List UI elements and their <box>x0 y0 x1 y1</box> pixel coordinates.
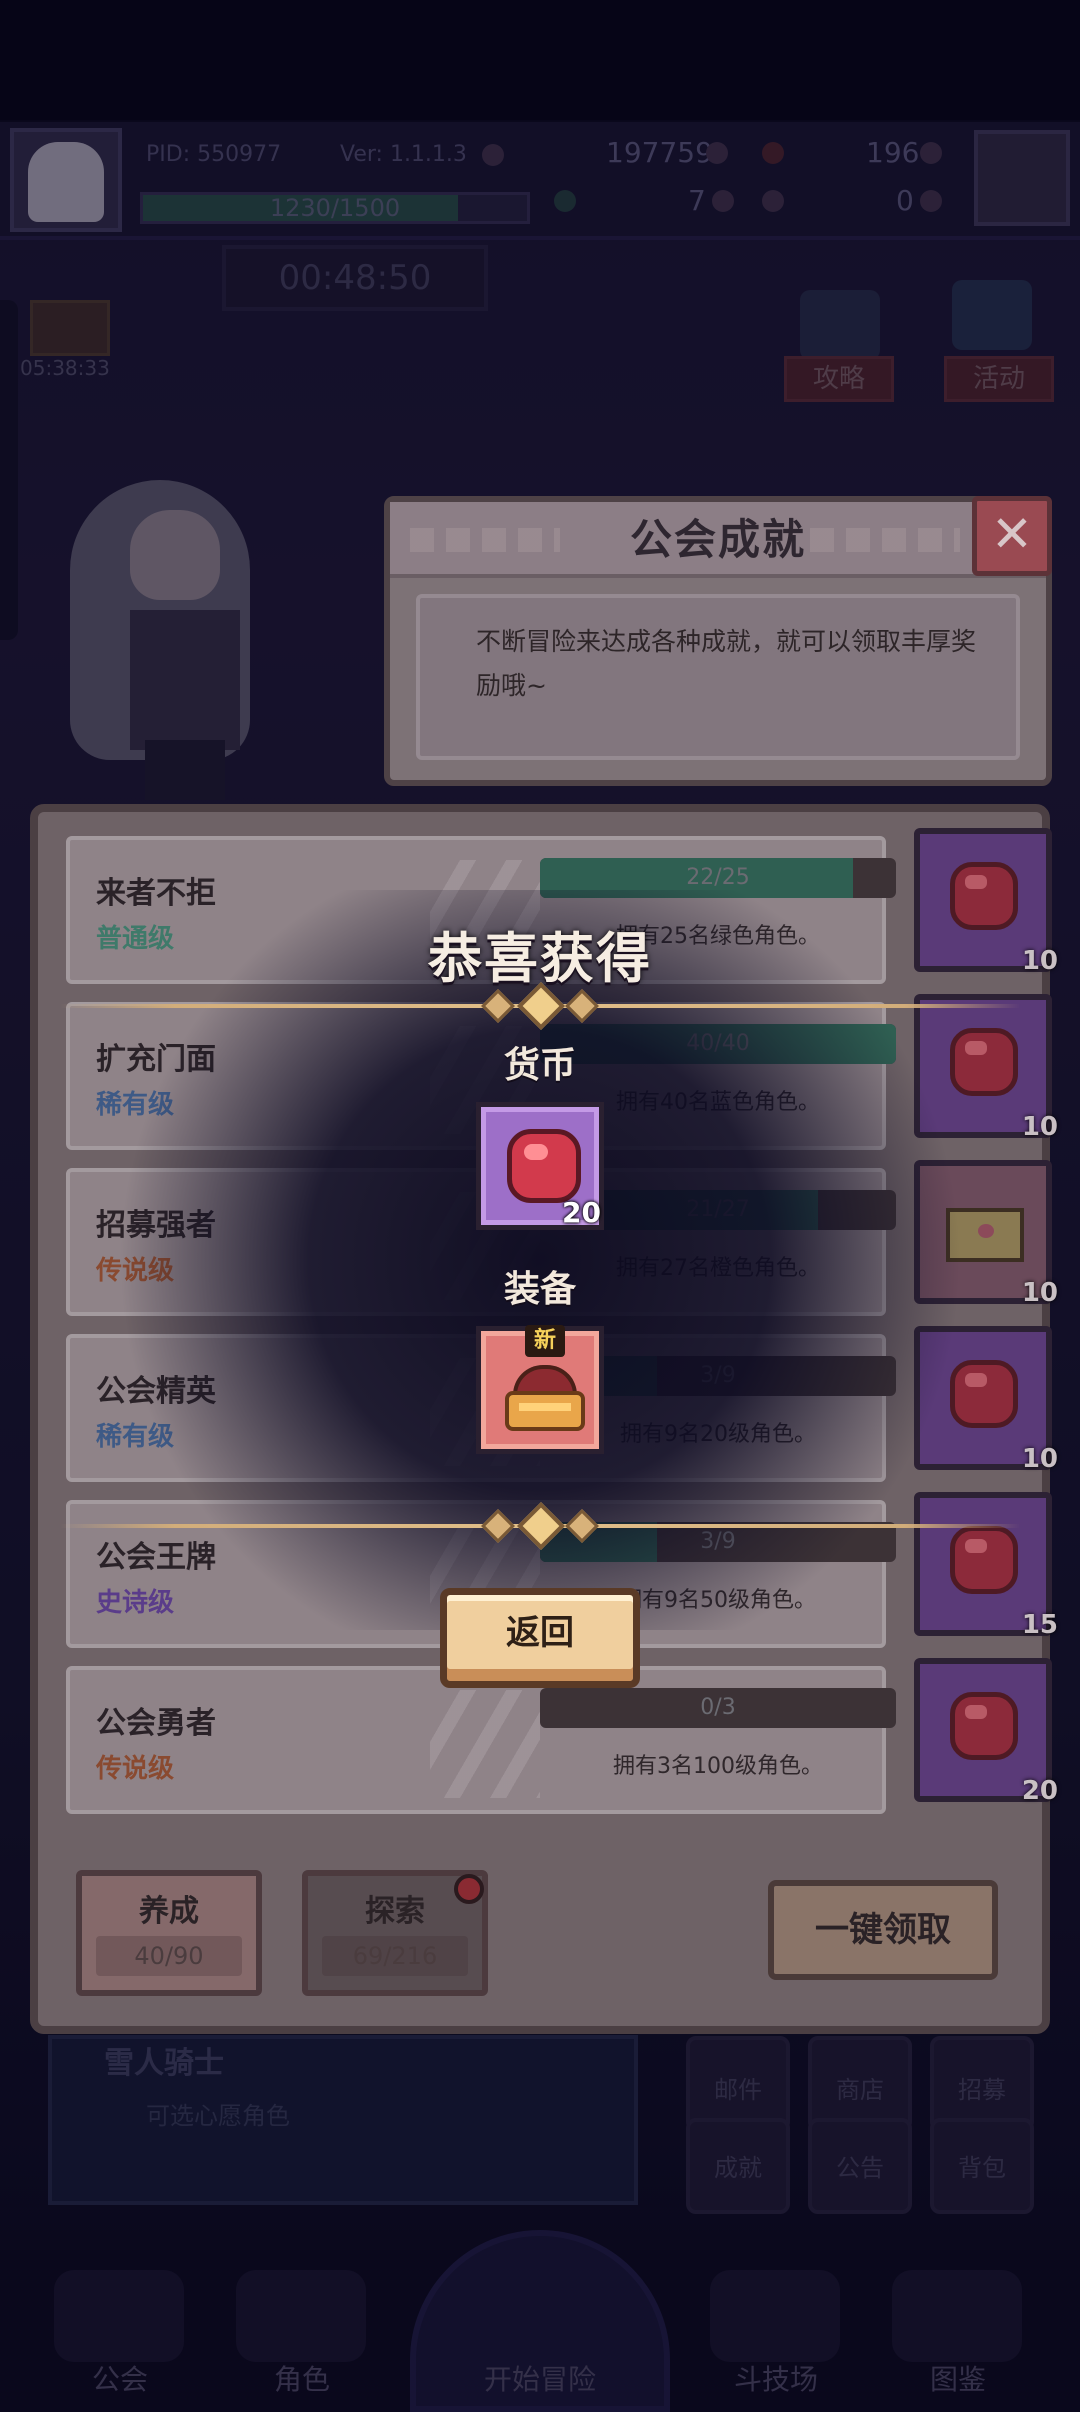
close-button[interactable]: ✕ <box>972 496 1052 576</box>
ornament-diamond <box>481 989 515 1023</box>
achievement-description: 拥有3名100级角色。 <box>613 1754 823 1779</box>
new-badge: 新 <box>525 1325 565 1357</box>
crown-band <box>505 1391 585 1431</box>
ornament-diamond <box>565 989 599 1023</box>
tab-explore-value: 69/216 <box>322 1936 468 1976</box>
currency-label: 货币 <box>503 1045 576 1086</box>
ornament-diamond <box>481 1509 515 1543</box>
currency-count: 20 <box>562 1196 601 1229</box>
claim-all-button[interactable]: 一键领取 <box>768 1880 998 1980</box>
close-icon: ✕ <box>991 505 1033 563</box>
ruby-icon <box>507 1129 581 1203</box>
ornament-diamond <box>565 1509 599 1543</box>
header-description-box: 不断冒险来达成各种成就，就可以领取丰厚奖励哦~ <box>416 594 1020 760</box>
equipment-label: 装备 <box>503 1269 576 1310</box>
notification-dot-icon <box>454 1874 484 1904</box>
reward-count: 20 <box>1021 1776 1058 1806</box>
tab-explore[interactable]: 探索 69/216 <box>302 1870 488 1996</box>
tab-train-value: 40/90 <box>96 1936 242 1976</box>
tab-train[interactable]: 养成 40/90 <box>76 1870 262 1996</box>
header-description: 不断冒险来达成各种成就，就可以领取丰厚奖励哦~ <box>476 627 977 700</box>
reward-popup: 恭喜获得 货币 20 装备 新 返回 <box>0 890 1080 1730</box>
back-button[interactable]: 返回 <box>440 1588 640 1688</box>
equipment-reward-item[interactable]: 新 <box>476 1325 604 1454</box>
header-titlebar: 公会成就 <box>390 502 1046 578</box>
top-ornament-icon <box>472 981 608 1031</box>
currency-reward-item[interactable]: 20 <box>476 1102 604 1230</box>
guild-achievement-header: 公会成就 ✕ 不断冒险来达成各种成就，就可以领取丰厚奖励哦~ <box>384 496 1052 786</box>
page-title: 公会成就 <box>629 515 806 564</box>
tab-train-label: 养成 <box>139 1894 199 1929</box>
crown-helmet-icon <box>505 1365 585 1435</box>
achievement-rank: 传说级 <box>96 1754 175 1784</box>
bottom-ornament-icon <box>472 1501 608 1551</box>
